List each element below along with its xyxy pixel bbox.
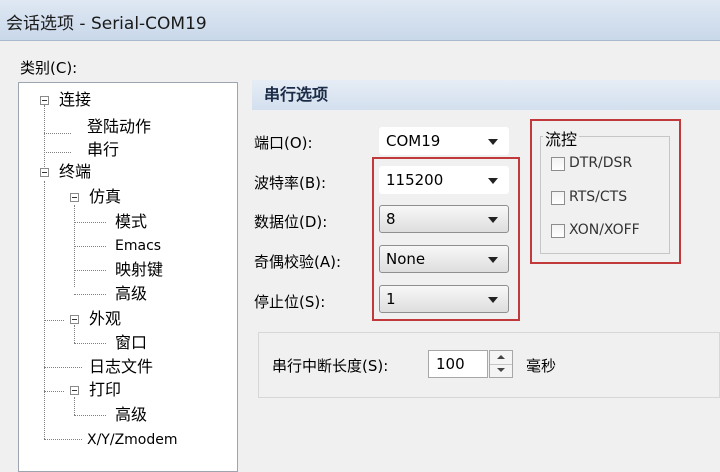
tree-item-window[interactable]: 窗口 <box>115 333 147 353</box>
break-length-input[interactable]: 100 <box>428 350 488 378</box>
chevron-down-icon <box>488 139 498 145</box>
category-label: 类别(C): <box>20 59 78 77</box>
tree-item-login-actions[interactable]: 登陆动作 <box>87 117 151 137</box>
tree-item-serial[interactable]: 串行 <box>87 140 119 160</box>
break-length-spinner[interactable] <box>489 350 513 378</box>
collapse-toggle-printing[interactable] <box>70 386 79 395</box>
flow-control-title: 流控 <box>543 126 580 150</box>
tree-line <box>74 415 106 416</box>
highlight-box-serial-params <box>372 157 520 321</box>
spin-down-icon[interactable] <box>490 364 512 377</box>
tree-item-mapped-keys[interactable]: 映射键 <box>115 260 163 280</box>
tree-item-print-advanced[interactable]: 高级 <box>115 405 147 425</box>
tree-line <box>44 439 82 440</box>
tree-item-terminal[interactable]: 终端 <box>59 162 91 182</box>
collapse-toggle-terminal[interactable] <box>40 168 49 177</box>
break-length-unit: 毫秒 <box>526 357 557 375</box>
tree-line <box>44 133 71 134</box>
category-tree[interactable]: 连接 登陆动作 串行 终端 仿真 模式 Emacs 映射键 高级 外观 窗口 日… <box>18 82 238 472</box>
stop-bits-label: 停止位(S): <box>254 293 326 311</box>
tree-item-log-file[interactable]: 日志文件 <box>89 357 153 377</box>
port-value: COM19 <box>386 132 441 150</box>
tree-item-connection[interactable]: 连接 <box>59 90 91 110</box>
window-title: 会话选项 - Serial-COM19 <box>6 14 207 34</box>
collapse-toggle-appearance[interactable] <box>70 315 79 324</box>
break-length-label: 串行中断长度(S): <box>272 357 389 375</box>
xon-xoff-label: XON/XOFF <box>569 222 640 238</box>
tree-line <box>74 397 75 415</box>
port-select[interactable]: COM19 <box>379 127 509 155</box>
tree-item-appearance[interactable]: 外观 <box>89 309 121 329</box>
rts-cts-checkbox[interactable] <box>551 191 565 205</box>
tree-line <box>44 391 64 392</box>
tree-line <box>44 152 71 153</box>
tree-item-emulation[interactable]: 仿真 <box>89 187 121 207</box>
break-length-value: 100 <box>436 355 465 373</box>
tree-line <box>74 222 106 223</box>
spin-up-icon[interactable] <box>490 351 512 365</box>
tree-line <box>74 294 106 295</box>
tree-line <box>44 181 45 439</box>
baud-rate-label: 波特率(B): <box>254 174 327 192</box>
collapse-toggle-connection[interactable] <box>40 96 49 105</box>
port-label: 端口(O): <box>254 134 313 152</box>
tree-line <box>74 246 106 247</box>
tree-line <box>44 105 45 171</box>
rts-cts-label: RTS/CTS <box>569 189 628 205</box>
data-bits-label: 数据位(D): <box>254 213 328 231</box>
tree-item-emulation-advanced[interactable]: 高级 <box>115 284 147 304</box>
dtr-dsr-checkbox[interactable] <box>551 157 565 171</box>
xon-xoff-checkbox[interactable] <box>551 224 565 238</box>
tree-item-xyzmodem[interactable]: X/Y/Zmodem <box>87 430 178 450</box>
dtr-dsr-label: DTR/DSR <box>569 155 633 171</box>
tree-line <box>74 270 106 271</box>
tree-line <box>74 343 106 344</box>
tree-item-modes[interactable]: 模式 <box>115 212 147 232</box>
collapse-toggle-emulation[interactable] <box>70 193 79 202</box>
section-title: 串行选项 <box>252 80 720 110</box>
tree-line <box>44 367 82 368</box>
tree-item-printing[interactable]: 打印 <box>89 380 121 400</box>
tree-line <box>74 325 75 343</box>
tree-line <box>44 320 64 321</box>
title-bar: 会话选项 - Serial-COM19 <box>0 0 720 41</box>
tree-item-emacs[interactable]: Emacs <box>115 236 161 256</box>
parity-label: 奇偶校验(A): <box>254 253 342 271</box>
